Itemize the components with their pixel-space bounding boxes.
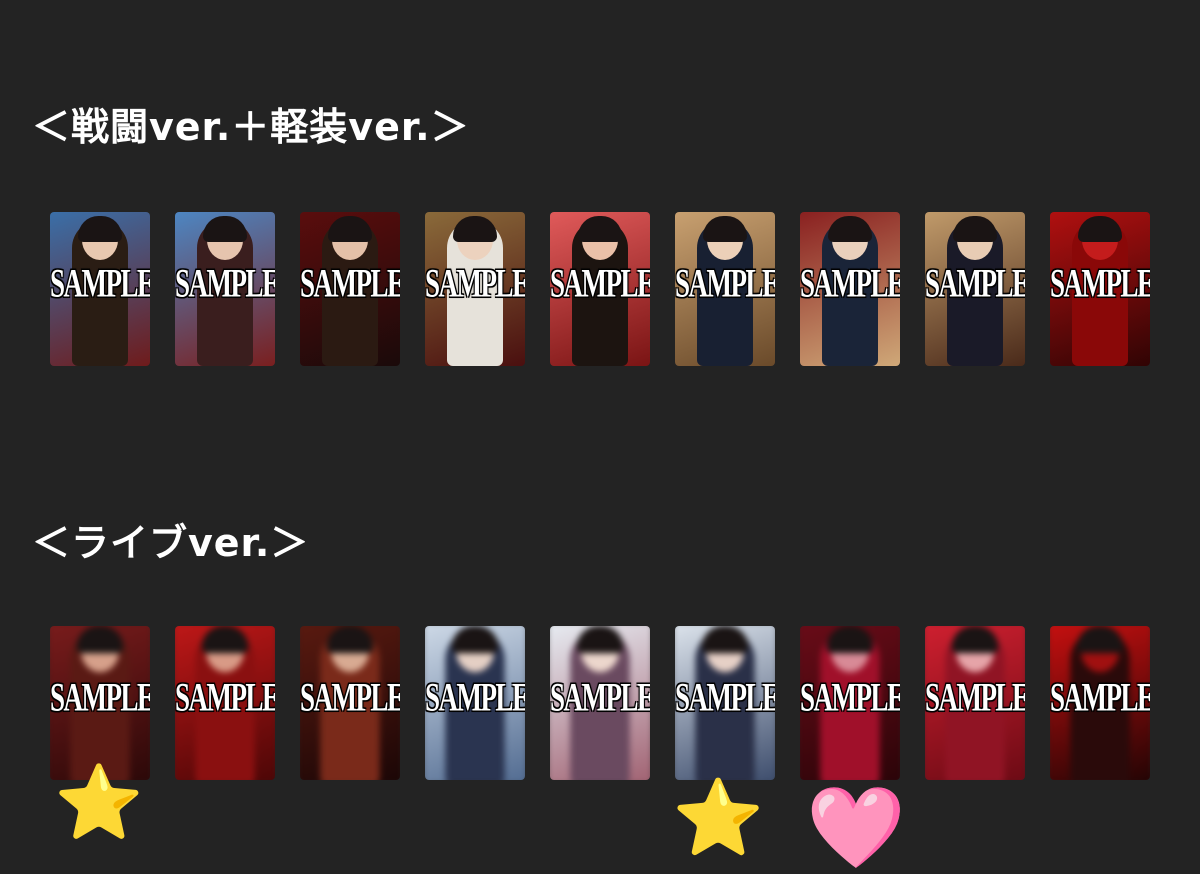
card-row-battle-light: SAMPLE SAMPLE SAMPLE SAMPLE SAMPLE SAMPLE SAMP… bbox=[50, 212, 1150, 366]
section-title-battle-light: ＜戦闘ver.＋軽装ver.＞ bbox=[32, 105, 470, 149]
sample-watermark: SAMPLE bbox=[425, 260, 525, 306]
sample-watermark: SAMPLE bbox=[800, 674, 900, 720]
card-hair bbox=[76, 626, 124, 654]
sample-watermark: SAMPLE bbox=[800, 260, 900, 306]
card-hair bbox=[828, 216, 872, 242]
photo-card: SAMPLE bbox=[50, 212, 150, 366]
photo-card: SAMPLE bbox=[1050, 626, 1150, 780]
sample-watermark: SAMPLE bbox=[925, 674, 1025, 720]
sample-watermark: SAMPLE bbox=[925, 260, 1025, 306]
sample-watermark: SAMPLE bbox=[550, 674, 650, 720]
photo-card: SAMPLE bbox=[675, 626, 775, 780]
sample-watermark: SAMPLE bbox=[550, 260, 650, 306]
card-hair bbox=[576, 626, 624, 654]
photo-card: SAMPLE bbox=[300, 212, 400, 366]
photo-card: SAMPLE bbox=[175, 626, 275, 780]
card-hair bbox=[703, 216, 747, 242]
photo-card: SAMPLE bbox=[550, 626, 650, 780]
sample-watermark: SAMPLE bbox=[300, 674, 400, 720]
sample-watermark: SAMPLE bbox=[675, 674, 775, 720]
sample-watermark: SAMPLE bbox=[50, 674, 150, 720]
card-hair bbox=[578, 216, 622, 242]
card-hair bbox=[701, 626, 749, 654]
sample-watermark: SAMPLE bbox=[175, 674, 275, 720]
card-hair bbox=[201, 626, 249, 654]
photo-card: SAMPLE bbox=[425, 626, 525, 780]
card-row-live: SAMPLE SAMPLE SAMPLE SAMPLE SAMPLE SAMPLE SAMP… bbox=[50, 626, 1150, 780]
photo-card: SAMPLE bbox=[675, 212, 775, 366]
sample-watermark: SAMPLE bbox=[1050, 260, 1150, 306]
section-title-live: ＜ライブver.＞ bbox=[32, 521, 310, 565]
card-hair bbox=[953, 216, 997, 242]
card-hair bbox=[203, 216, 247, 242]
photo-card: SAMPLE bbox=[550, 212, 650, 366]
sample-watermark: SAMPLE bbox=[175, 260, 275, 306]
heart-emoji: 🩷 bbox=[806, 781, 906, 874]
photo-card: SAMPLE bbox=[925, 626, 1025, 780]
photo-card: SAMPLE bbox=[925, 212, 1025, 366]
card-hair bbox=[451, 626, 499, 654]
card-hair bbox=[951, 626, 999, 654]
sample-watermark: SAMPLE bbox=[1050, 674, 1150, 720]
photo-card: SAMPLE bbox=[50, 626, 150, 780]
photo-card: SAMPLE bbox=[300, 626, 400, 780]
card-hair bbox=[453, 216, 497, 242]
card-hair bbox=[326, 626, 374, 654]
sample-watermark: SAMPLE bbox=[300, 260, 400, 306]
photo-card: SAMPLE bbox=[425, 212, 525, 366]
sample-watermark: SAMPLE bbox=[425, 674, 525, 720]
sample-watermark: SAMPLE bbox=[675, 260, 775, 306]
card-hair bbox=[1076, 626, 1124, 654]
card-hair bbox=[328, 216, 372, 242]
photo-card: SAMPLE bbox=[175, 212, 275, 366]
star-emoji-2: ⭐ bbox=[672, 775, 765, 861]
photo-card: SAMPLE bbox=[800, 626, 900, 780]
sample-watermark: SAMPLE bbox=[50, 260, 150, 306]
star-emoji-1: ⭐ bbox=[54, 760, 144, 844]
card-hair bbox=[826, 626, 874, 654]
card-hair bbox=[1078, 216, 1122, 242]
photo-card: SAMPLE bbox=[800, 212, 900, 366]
photo-card: SAMPLE bbox=[1050, 212, 1150, 366]
card-hair bbox=[78, 216, 122, 242]
